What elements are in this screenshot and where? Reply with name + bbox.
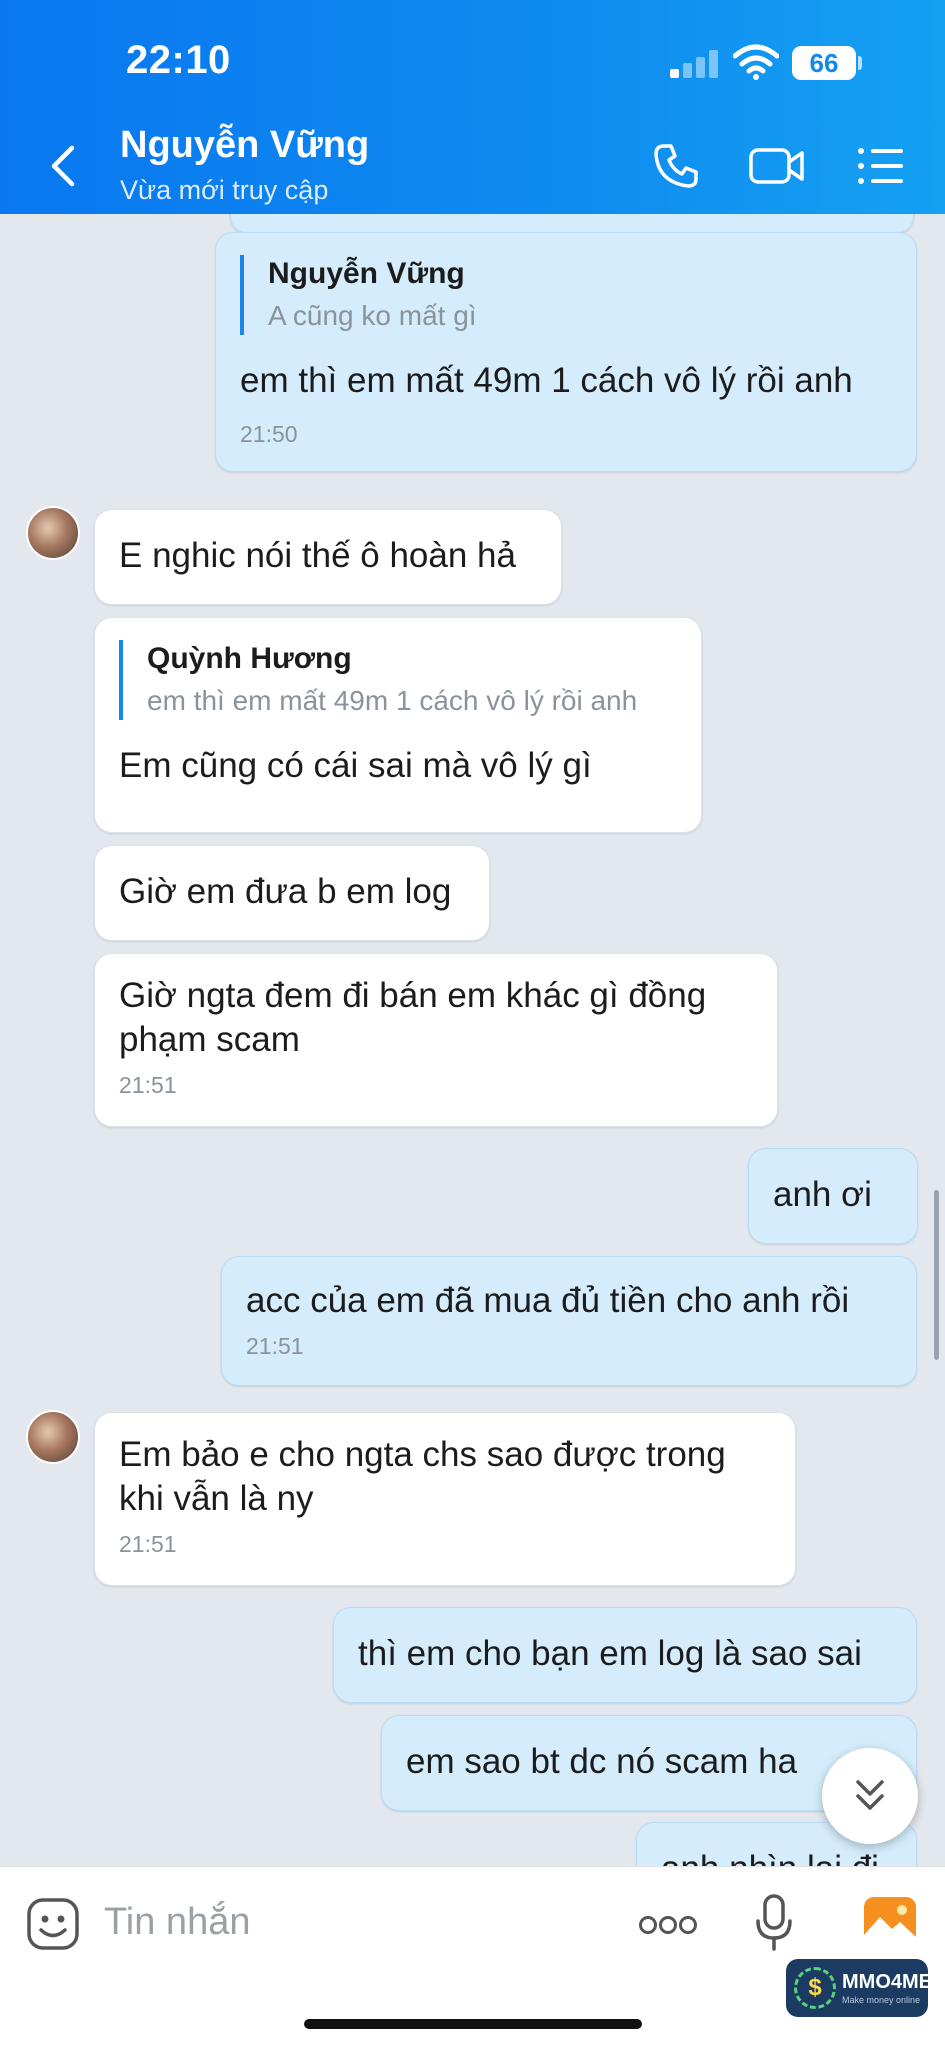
message-text-line-1: Em bảo e cho ngta chs sao được trong (119, 1435, 726, 1474)
watermark-dollar-icon: $ (794, 1967, 836, 2009)
message-bubble-in[interactable]: Em bảo e cho ngta chs sao được trong khi… (94, 1412, 796, 1586)
quote-author: Nguyễn Vững (268, 257, 465, 290)
quote-text: em thì em mất 49m 1 cách vô lý rồi anh (147, 685, 638, 716)
message-input[interactable]: Tin nhắn (104, 1901, 250, 1944)
message-text: anh ơi (773, 1175, 872, 1214)
avatar[interactable] (26, 1410, 80, 1464)
message-time: 21:51 (119, 1531, 177, 1557)
message-text-line-1: Giờ ngta đem đi bán em khác gì đồng (119, 976, 707, 1015)
avatar[interactable] (26, 506, 80, 560)
message-bubble-partial[interactable] (230, 214, 914, 234)
quote-author: Quỳnh Hương (147, 642, 352, 675)
battery-indicator: 66 (792, 46, 856, 80)
message-text: em sao bt dc nó scam ha (406, 1742, 798, 1781)
watermark-subtitle: Make money online (842, 1995, 921, 2005)
message-text: Em cũng có cái sai mà vô lý gì (119, 746, 592, 785)
quoted-message[interactable]: Nguyễn Vững A cũng ko mất gì (240, 255, 892, 335)
image-gallery-icon[interactable] (862, 1895, 918, 1947)
message-time: 21:51 (119, 1072, 177, 1098)
list-menu-icon[interactable] (855, 140, 907, 192)
message-list[interactable]: Nguyễn Vững A cũng ko mất gì em thì em m… (0, 214, 945, 1866)
message-text-line-2: phạm scam (119, 1020, 300, 1059)
message-text: anh nhìn lại đi (661, 1847, 892, 1866)
message-bubble-in[interactable]: Giờ em đưa b em log (94, 845, 490, 941)
message-bubble-out[interactable]: anh ơi (748, 1148, 918, 1244)
contact-name[interactable]: Nguyễn Vững (120, 124, 369, 167)
microphone-icon[interactable] (754, 1893, 794, 1953)
message-bubble-in[interactable]: Quỳnh Hương em thì em mất 49m 1 cách vô … (94, 617, 702, 833)
quoted-message[interactable]: Quỳnh Hương em thì em mất 49m 1 cách vô … (119, 640, 677, 720)
chat-header: 22:10 66 Nguyễn Vững Vừa mới truy cập (0, 0, 945, 214)
watermark-logo: $ MMO4ME Make money online (786, 1959, 932, 2017)
message-bubble-in[interactable]: Giờ ngta đem đi bán em khác gì đồng phạm… (94, 953, 778, 1127)
scrollbar[interactable] (934, 1190, 939, 1360)
sticker-icon[interactable] (26, 1897, 80, 1951)
wifi-icon (733, 44, 779, 80)
quote-text: A cũng ko mất gì (268, 300, 477, 331)
message-text: em thì em mất 49m 1 cách vô lý rồi anh (240, 361, 853, 400)
back-chevron-icon[interactable] (44, 142, 84, 190)
message-text: Giờ em đưa b em log (119, 872, 452, 911)
message-text: E nghic nói thế ô hoàn hả (119, 536, 516, 575)
double-chevron-down-icon (856, 1780, 884, 1810)
message-bubble-out[interactable]: acc của em đã mua đủ tiền cho anh rồi 21… (221, 1256, 917, 1386)
message-text: thì em cho bạn em log là sao sai (358, 1634, 862, 1673)
message-text: acc của em đã mua đủ tiền cho anh rồi (246, 1281, 850, 1320)
message-text-line-2: khi vẫn là ny (119, 1479, 314, 1518)
message-bubble-out[interactable]: Nguyễn Vững A cũng ko mất gì em thì em m… (215, 232, 917, 472)
watermark-title: MMO4ME (842, 1971, 932, 1993)
battery-cap (858, 56, 862, 70)
video-camera-icon[interactable] (748, 140, 806, 192)
home-indicator[interactable] (304, 2019, 642, 2029)
contact-status: Vừa mới truy cập (120, 175, 329, 205)
scroll-to-bottom-button[interactable] (822, 1748, 918, 1844)
message-bubble-out[interactable]: thì em cho bạn em log là sao sai (333, 1607, 917, 1703)
message-time: 21:51 (246, 1333, 304, 1359)
more-options-icon[interactable] (638, 1913, 698, 1937)
status-time: 22:10 (126, 38, 231, 82)
message-composer: Tin nhắn $ MMO4ME Make money online (0, 1866, 945, 2048)
message-time: 21:50 (240, 421, 298, 447)
cellular-signal-icon (670, 48, 718, 78)
phone-icon[interactable] (650, 140, 702, 192)
message-bubble-in[interactable]: E nghic nói thế ô hoàn hả (94, 509, 562, 605)
